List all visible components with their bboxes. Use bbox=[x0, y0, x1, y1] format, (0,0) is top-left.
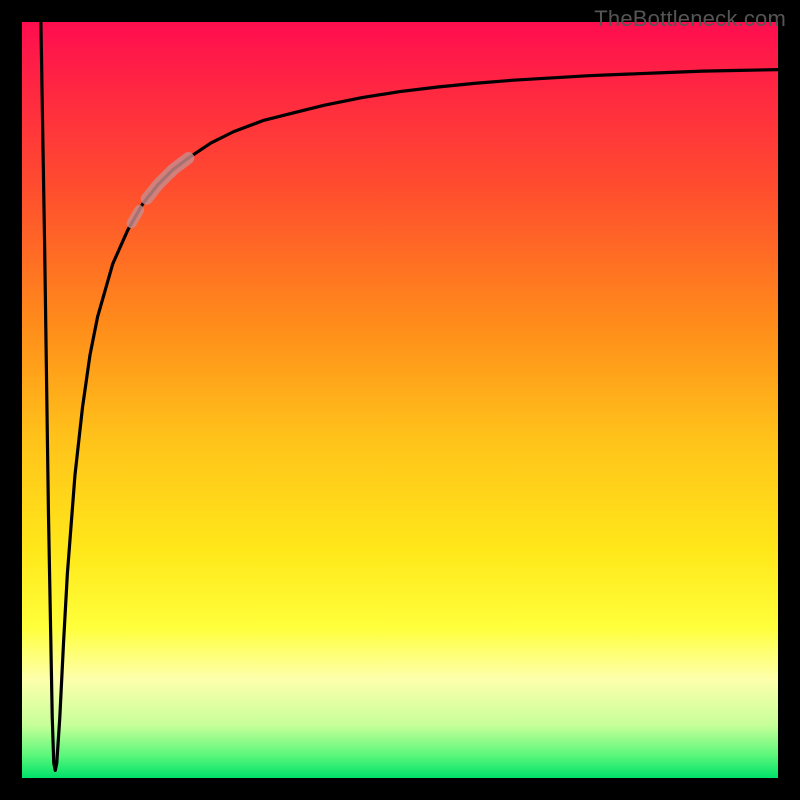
bottleneck-chart bbox=[0, 0, 800, 800]
chart-container: TheBottleneck.com bbox=[0, 0, 800, 800]
watermark-text: TheBottleneck.com bbox=[594, 6, 786, 32]
curve-marker-segment bbox=[132, 210, 140, 223]
plot-background bbox=[22, 22, 778, 778]
